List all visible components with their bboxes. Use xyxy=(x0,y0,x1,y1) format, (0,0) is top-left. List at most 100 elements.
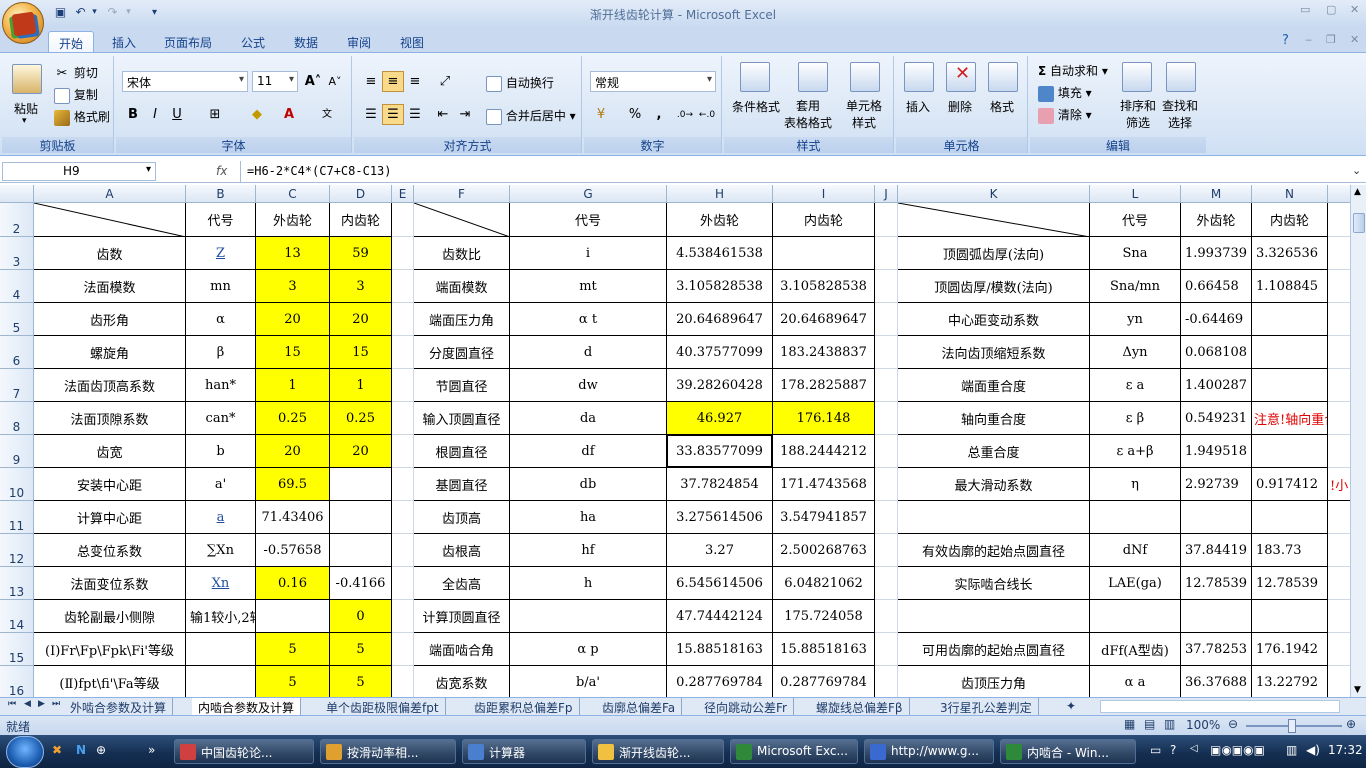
percent-button[interactable]: % xyxy=(624,104,646,125)
cell[interactable]: 注意!轴向重合 xyxy=(1252,402,1328,435)
cell[interactable] xyxy=(875,468,898,501)
row-header[interactable]: 13 xyxy=(0,567,34,600)
delete-cells-button[interactable]: 删除 xyxy=(948,98,972,115)
cell[interactable] xyxy=(1328,600,1350,633)
cell[interactable]: 12.78539 xyxy=(1252,567,1328,600)
cell[interactable]: 内齿轮 xyxy=(773,203,875,237)
cell[interactable] xyxy=(1252,369,1328,402)
cell[interactable] xyxy=(1252,336,1328,369)
cell[interactable] xyxy=(1328,270,1350,303)
cell[interactable]: 5 xyxy=(256,666,330,697)
italic-button[interactable]: I xyxy=(144,104,166,125)
cell[interactable]: 2.92739 xyxy=(1181,468,1252,501)
cell[interactable]: 内齿轮 xyxy=(330,203,392,237)
cell[interactable] xyxy=(392,303,414,336)
cell[interactable]: 20 xyxy=(330,303,392,336)
cell[interactable]: α t xyxy=(510,303,667,336)
cell[interactable]: 端面啮合角 xyxy=(414,633,510,666)
diagonal-header-cell[interactable] xyxy=(34,203,186,237)
format-as-table-button[interactable]: 套用 表格格式 xyxy=(784,98,832,132)
copy-button[interactable]: 复制 xyxy=(54,86,98,104)
cell[interactable]: 代号 xyxy=(186,203,256,237)
cell[interactable]: 齿形角 xyxy=(34,303,186,336)
cell[interactable]: 5 xyxy=(256,633,330,666)
cell[interactable]: 171.4743568 xyxy=(773,468,875,501)
close-window-icon[interactable]: ✕ xyxy=(1350,3,1359,16)
wrap-text-button[interactable]: 自动换行 xyxy=(486,74,554,92)
cell[interactable]: 安装中心距 xyxy=(34,468,186,501)
cell[interactable]: 6.04821062 xyxy=(773,567,875,600)
cell[interactable]: 法向齿顶缩短系数 xyxy=(898,336,1090,369)
cell[interactable]: 15 xyxy=(256,336,330,369)
cell[interactable] xyxy=(392,468,414,501)
quicklaunch-more-icon[interactable]: » xyxy=(148,743,155,757)
cell[interactable]: da xyxy=(510,402,667,435)
format-as-table-icon[interactable] xyxy=(798,62,828,92)
column-header[interactable]: H xyxy=(667,185,773,203)
sheet-tab[interactable]: 单个齿距极限偏差fpt xyxy=(320,698,446,715)
cell[interactable] xyxy=(1181,600,1252,633)
help-tray-icon[interactable]: ? xyxy=(1170,743,1176,757)
horizontal-scrollbar[interactable] xyxy=(1100,700,1340,713)
tray-icons[interactable]: ▣◉▣◉▣ xyxy=(1210,743,1265,757)
cell[interactable] xyxy=(510,600,667,633)
cell[interactable]: 20.64689647 xyxy=(667,303,773,336)
cell[interactable] xyxy=(875,237,898,270)
cell[interactable] xyxy=(875,203,898,237)
cell[interactable]: hf xyxy=(510,534,667,567)
cell[interactable]: 59 xyxy=(330,237,392,270)
column-header[interactable]: C xyxy=(256,185,330,203)
cell[interactable]: 12.78539 xyxy=(1181,567,1252,600)
cell[interactable]: 顶圆齿厚/模数(法向) xyxy=(898,270,1090,303)
cell[interactable]: 1.949518 xyxy=(1181,435,1252,468)
cell[interactable]: 齿数 xyxy=(34,237,186,270)
clock[interactable]: 17:32 xyxy=(1328,743,1363,757)
column-header[interactable]: N xyxy=(1252,185,1328,203)
cell[interactable] xyxy=(1090,501,1181,534)
restore-window-icon[interactable]: ▢ xyxy=(1326,3,1336,16)
cell[interactable] xyxy=(875,336,898,369)
cell[interactable]: 1.400287 xyxy=(1181,369,1252,402)
cell[interactable]: i xyxy=(510,237,667,270)
cell[interactable]: 5 xyxy=(330,633,392,666)
cell[interactable]: 37.84419 xyxy=(1181,534,1252,567)
sort-filter-button[interactable]: 排序和 筛选 xyxy=(1120,98,1156,132)
column-header[interactable]: B xyxy=(186,185,256,203)
cell[interactable]: ε β xyxy=(1090,402,1181,435)
cell[interactable]: 1.108845 xyxy=(1252,270,1328,303)
cell[interactable]: α p xyxy=(510,633,667,666)
cell[interactable]: 0.549231 xyxy=(1181,402,1252,435)
cell[interactable]: 端面重合度 xyxy=(898,369,1090,402)
column-header[interactable]: K xyxy=(898,185,1090,203)
zoom-level[interactable]: 100% xyxy=(1186,718,1220,732)
cell[interactable]: d xyxy=(510,336,667,369)
cell[interactable]: 6.545614506 xyxy=(667,567,773,600)
cell[interactable] xyxy=(875,303,898,336)
insert-cells-button[interactable]: 插入 xyxy=(906,98,930,115)
insert-sheet-icon[interactable]: ✦ xyxy=(1060,698,1082,715)
cell[interactable]: 计算中心距 xyxy=(34,501,186,534)
cell[interactable]: 3 xyxy=(330,270,392,303)
cell[interactable]: Sna/mn xyxy=(1090,270,1181,303)
expand-tray-icon[interactable]: ◁ xyxy=(1190,743,1198,754)
cell[interactable]: 176.1942 xyxy=(1252,633,1328,666)
cell[interactable] xyxy=(1328,534,1350,567)
cell[interactable]: 0.287769784 xyxy=(773,666,875,697)
cell[interactable]: ε a xyxy=(1090,369,1181,402)
minimize-window-icon[interactable]: ▭ xyxy=(1300,3,1310,16)
cell[interactable]: Xn xyxy=(186,567,256,600)
cell-styles-button[interactable]: 单元格 样式 xyxy=(846,98,882,132)
paste-dropdown-icon[interactable]: ▾ xyxy=(22,116,27,126)
tab-insert[interactable]: 插入 xyxy=(102,31,146,52)
cell[interactable]: 0.25 xyxy=(256,402,330,435)
cell[interactable]: 计算顶圆直径 xyxy=(414,600,510,633)
cell[interactable]: 节圆直径 xyxy=(414,369,510,402)
cell[interactable]: df xyxy=(510,435,667,468)
cell[interactable]: 1 xyxy=(330,369,392,402)
cell[interactable]: 齿顶压力角 xyxy=(898,666,1090,697)
cell[interactable]: 20 xyxy=(330,435,392,468)
cell[interactable]: 15.88518163 xyxy=(773,633,875,666)
cell[interactable]: 176.148 xyxy=(773,402,875,435)
cell[interactable]: 20.64689647 xyxy=(773,303,875,336)
orientation-icon[interactable]: ⤢ xyxy=(434,71,456,92)
